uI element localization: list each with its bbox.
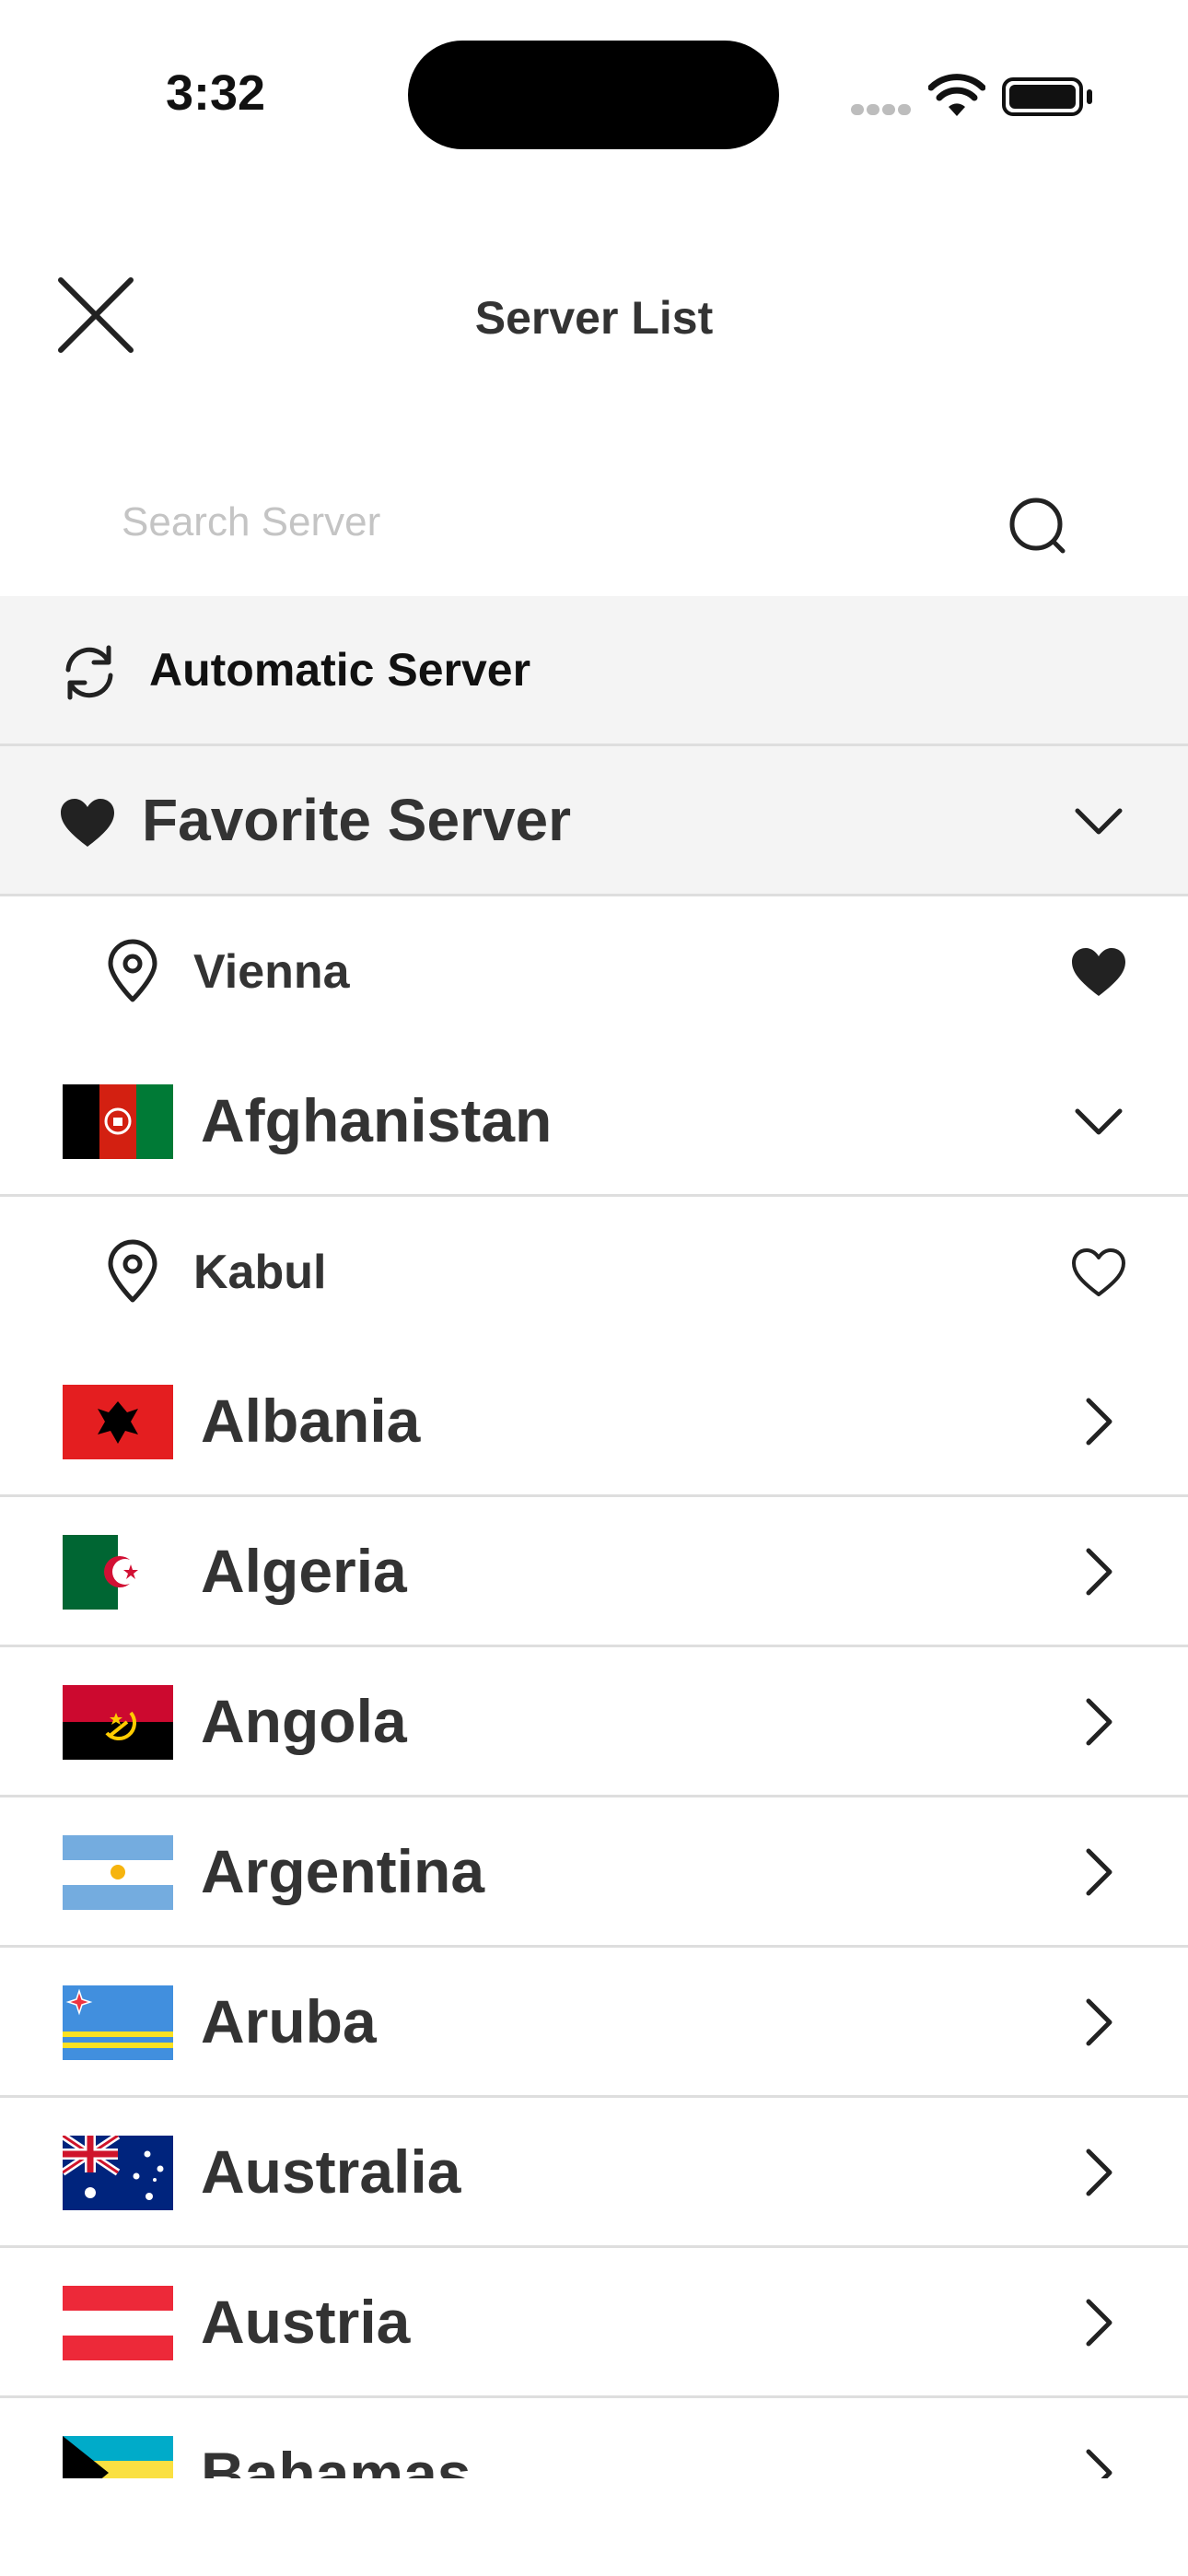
favorite-server-label: Favorite Server: [142, 787, 572, 853]
country-row-aruba[interactable]: Aruba: [0, 1948, 1188, 2098]
location-pin-icon: [108, 1239, 157, 1303]
header: Server List: [0, 249, 1188, 382]
bottom-safe-area: [0, 2478, 1188, 2576]
city-label: Vienna: [193, 944, 350, 999]
search-icon[interactable]: [1006, 494, 1072, 560]
dynamic-island: [408, 41, 779, 149]
chevron-right-icon[interactable]: [1070, 1393, 1127, 1450]
argentina-flag-icon: [63, 1835, 173, 1910]
country-row-argentina[interactable]: Argentina: [0, 1797, 1188, 1948]
chevron-right-icon[interactable]: [1070, 1994, 1127, 2051]
search-bar: [0, 470, 1188, 576]
page-title: Server List: [474, 292, 714, 344]
battery-cap: [1087, 89, 1092, 104]
country-row-albania[interactable]: Albania: [0, 1347, 1188, 1497]
angola-flag-icon: [63, 1685, 173, 1760]
chevron-right-icon[interactable]: [1070, 1543, 1127, 1600]
heart-filled-icon[interactable]: [1070, 946, 1127, 998]
search-input[interactable]: [122, 490, 950, 555]
automatic-server-row[interactable]: Automatic Server: [0, 596, 1188, 746]
refresh-icon: [65, 645, 113, 700]
favorite-city-row-vienna[interactable]: Vienna: [0, 896, 1188, 1047]
aruba-flag-icon: [63, 1985, 173, 2060]
afghanistan-flag-icon: [63, 1084, 173, 1159]
cellular-signal-icon: [851, 103, 914, 120]
heart-filled-icon: [61, 799, 114, 847]
country-label: Angola: [201, 1687, 407, 1755]
chevron-right-icon[interactable]: [1070, 1693, 1127, 1751]
country-label: Aruba: [201, 1987, 377, 2055]
austria-flag-icon: [63, 2286, 173, 2360]
country-row-angola[interactable]: Angola: [0, 1647, 1188, 1797]
city-label: Kabul: [193, 1245, 327, 1299]
country-label: Australia: [201, 2137, 461, 2206]
albania-flag-icon: [63, 1385, 173, 1459]
status-bar: 3:32: [0, 0, 1188, 184]
country-label: Albania: [201, 1387, 421, 1455]
australia-flag-icon: [63, 2136, 173, 2210]
wifi-icon: [928, 74, 985, 116]
heart-outline-icon[interactable]: [1070, 1247, 1127, 1298]
status-time: 3:32: [166, 65, 266, 121]
country-label: Algeria: [201, 1537, 407, 1605]
country-row-afghanistan[interactable]: Afghanistan: [0, 1047, 1188, 1197]
chevron-right-icon[interactable]: [1070, 2294, 1127, 2351]
country-label: Afghanistan: [201, 1086, 553, 1154]
battery-icon: [1002, 77, 1083, 116]
automatic-server-label: Automatic Server: [149, 644, 531, 696]
country-row-algeria[interactable]: Algeria: [0, 1497, 1188, 1647]
server-list: Automatic Server Favorite Server Vienna …: [0, 596, 1188, 2548]
country-row-austria[interactable]: Austria: [0, 2248, 1188, 2398]
favorite-server-row[interactable]: Favorite Server: [0, 746, 1188, 896]
chevron-down-icon[interactable]: [1070, 792, 1127, 849]
location-pin-icon: [108, 939, 157, 1002]
country-label: Austria: [201, 2288, 411, 2356]
chevron-right-icon[interactable]: [1070, 2144, 1127, 2201]
chevron-right-icon[interactable]: [1070, 1844, 1127, 1901]
country-row-australia[interactable]: Australia: [0, 2098, 1188, 2248]
algeria-flag-icon: [63, 1535, 173, 1610]
city-row-kabul[interactable]: Kabul: [0, 1197, 1188, 1347]
country-label: Argentina: [201, 1837, 485, 1905]
chevron-down-icon[interactable]: [1070, 1093, 1127, 1150]
